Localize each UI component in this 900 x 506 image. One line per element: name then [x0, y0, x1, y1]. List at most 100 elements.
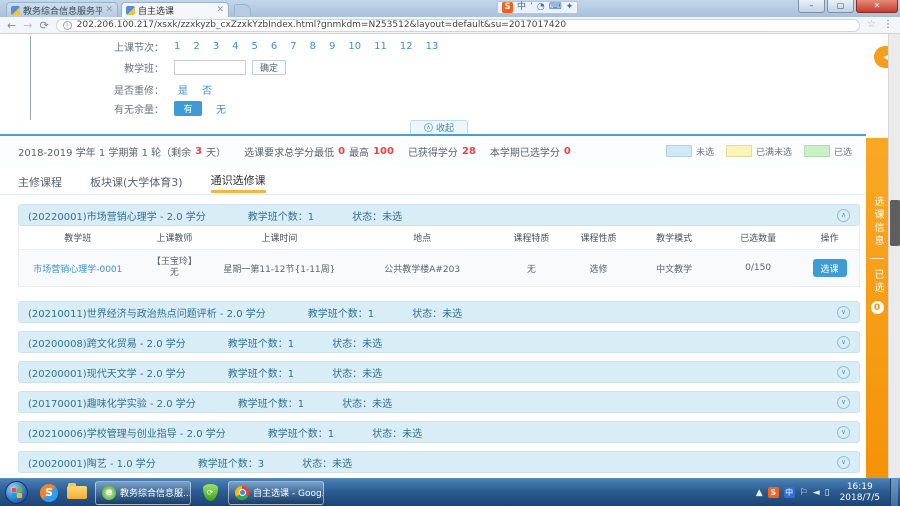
legend-label: 已满未选	[756, 145, 792, 158]
filter-row-class: 教学班： 确定	[36, 59, 286, 75]
course-panel-header-collapsed[interactable]: (20210006)学校管理与创业指导 - 2.0 学分教学班个数：1状态：未选…	[18, 421, 860, 443]
show-desktop-button[interactable]	[890, 479, 898, 506]
ime-clock-icon[interactable]: ◔	[537, 3, 545, 12]
start-button[interactable]	[5, 481, 28, 504]
filter-row-margin: 有无余量： 有 无	[36, 100, 226, 116]
page-scrollbar[interactable]	[888, 34, 900, 478]
ime-punct-icon[interactable]: ’	[530, 3, 533, 12]
back-icon[interactable]: ←	[7, 20, 16, 31]
chevron-down-icon[interactable]: ∨	[837, 306, 850, 319]
ime-tools-icon[interactable]: ✦	[566, 3, 574, 12]
session-number-8[interactable]: 8	[310, 41, 316, 52]
tray-language-icon[interactable]: 中	[784, 487, 795, 498]
tabs-divider	[0, 194, 866, 195]
course-tab-0[interactable]: 主修课程	[18, 170, 62, 193]
credit-min-value: 0	[338, 146, 345, 157]
close-button[interactable]: ✕	[856, 0, 898, 13]
session-number-11[interactable]: 11	[374, 41, 387, 52]
chevron-down-icon[interactable]: ∨	[837, 336, 850, 349]
address-bar[interactable]: i 202.206.100.217/xsxk/zzxkyzb_cxZzxkYzb…	[56, 19, 860, 32]
session-number-6[interactable]: 6	[271, 41, 277, 52]
chevron-down-icon[interactable]: ∨	[837, 366, 850, 379]
taskbar-task-portal[interactable]: e 教务综合信息服...	[95, 481, 191, 505]
class-name-link[interactable]: 市场营销心理学-0001	[19, 260, 137, 277]
bookmark-star-icon[interactable]: ☆	[867, 20, 876, 30]
taskbar-sogou-browser[interactable]: S	[36, 481, 62, 505]
selected-label[interactable]: 已选	[872, 269, 882, 295]
session-number-4[interactable]: 4	[232, 41, 238, 52]
class-table: 教学班上课教师上课时间地点课程特质课程性质教学模式已选数量操作 市场营销心理学-…	[18, 226, 860, 287]
course-panel-header-collapsed[interactable]: (20020001)陶艺 - 1.0 学分教学班个数：3状态：未选∨	[18, 451, 860, 473]
tab-title: 自主选课	[138, 4, 213, 17]
chevron-down-icon[interactable]: ∨	[837, 396, 850, 409]
teacher-cell: 【王宝玲】 无	[137, 255, 213, 282]
collapse-filters-button[interactable]: ∧ 收起	[410, 120, 468, 134]
tray-expand-icon[interactable]: ▲	[756, 488, 763, 498]
browser-menu-icon[interactable]: ⋮	[883, 20, 893, 30]
taskbar-task-chrome[interactable]: 自主选课 - Goog...	[228, 481, 324, 505]
class-input[interactable]	[174, 60, 246, 75]
taskbar-explorer[interactable]	[64, 481, 90, 505]
retake-no-option[interactable]: 否	[202, 82, 212, 97]
session-label: 上课节次：	[36, 39, 164, 54]
retake-label: 是否重修：	[36, 82, 164, 97]
clock-date: 2018/7/5	[840, 493, 880, 504]
course-panel-header-collapsed[interactable]: (20200001)现代天文学 - 2.0 学分教学班个数：1状态：未选∨	[18, 361, 860, 383]
selection-info-label[interactable]: 选课信息	[872, 196, 882, 248]
column-header-2: 上课时间	[212, 229, 346, 246]
course-panel-header-collapsed[interactable]: (20170001)趣味化学实验 - 2.0 学分教学班个数：1状态：未选∨	[18, 391, 860, 413]
course-tab-2[interactable]: 通识选修课	[211, 170, 266, 193]
session-number-10[interactable]: 10	[348, 41, 361, 52]
maximize-button[interactable]: ▢	[827, 0, 854, 13]
close-tab-icon[interactable]: ✕	[216, 5, 224, 15]
margin-yes-option[interactable]: 有	[174, 101, 202, 116]
taskbar-security-shield[interactable]: ⟳	[197, 481, 223, 505]
course-status: 状态：未选	[352, 208, 402, 223]
session-number-9[interactable]: 9	[329, 41, 335, 52]
column-header-4: 课程特质	[498, 229, 565, 246]
close-tab-icon[interactable]: ✕	[105, 5, 113, 15]
page-info-icon[interactable]: i	[63, 21, 72, 30]
days-left-value: 3	[195, 146, 202, 157]
course-panel-header-collapsed[interactable]: (20210011)世界经济与政治热点问题评析 - 2.0 学分教学班个数：1状…	[18, 301, 860, 323]
course-tab-1[interactable]: 板块课(大学体育3)	[90, 170, 183, 193]
tray-network-icon[interactable]: ▯	[825, 488, 830, 498]
session-number-3[interactable]: 3	[213, 41, 219, 52]
forward-icon[interactable]: →	[23, 20, 32, 31]
margin-no-option[interactable]: 无	[216, 101, 226, 116]
tray-volume-icon[interactable]: ◄	[813, 488, 820, 498]
filter-row-sessions: 上课节次： 12345678910111213	[36, 38, 438, 54]
ime-language-icon[interactable]: 中	[517, 3, 526, 12]
sogou-ime-icon[interactable]: S	[502, 2, 513, 13]
session-number-2[interactable]: 2	[193, 41, 199, 52]
session-number-12[interactable]: 12	[400, 41, 413, 52]
chevron-down-icon[interactable]: ∨	[837, 456, 850, 469]
ime-keyboard-icon[interactable]: ⌨	[549, 3, 562, 12]
confirm-button[interactable]: 确定	[252, 60, 286, 75]
tray-sogou-icon[interactable]: S	[768, 487, 779, 498]
session-number-7[interactable]: 7	[290, 41, 296, 52]
chevron-down-icon[interactable]: ∨	[837, 426, 850, 439]
taskbar-clock[interactable]: 16:19 2018/7/5	[840, 482, 880, 504]
browser-tab-course-select[interactable]: 自主选课 ✕	[121, 2, 229, 17]
new-tab-button[interactable]	[234, 4, 251, 16]
retake-yes-option[interactable]: 是	[178, 82, 188, 97]
course-panel-header-collapsed[interactable]: (20200008)跨文化贸易 - 2.0 学分教学班个数：1状态：未选∨	[18, 331, 860, 353]
course-title: (20200001)现代天文学 - 2.0 学分	[28, 365, 186, 380]
minimize-button[interactable]: –	[798, 0, 825, 13]
url-text: 202.206.100.217/xsxk/zzxkyzb_cxZzxkYzbIn…	[77, 20, 566, 30]
course-panel-header-expanded[interactable]: (20220001)市场营销心理学 - 2.0 学分 教学班个数：1 状态：未选…	[18, 204, 860, 226]
session-number-13[interactable]: 13	[426, 41, 439, 52]
selection-info-sidebar[interactable]: 选课信息 已选 0	[866, 138, 888, 478]
session-number-1[interactable]: 1	[174, 41, 180, 52]
reload-icon[interactable]: ⟳	[39, 20, 48, 31]
filter-panel-border	[30, 36, 31, 120]
chevron-up-icon[interactable]: ∧	[837, 209, 850, 222]
browser-tab-portal[interactable]: 教务综合信息服务平台 ✕	[6, 2, 118, 17]
tray-flag-icon[interactable]: ⚐	[800, 488, 808, 498]
select-course-button[interactable]: 选课	[813, 259, 847, 277]
session-number-5[interactable]: 5	[252, 41, 258, 52]
course-panel-list: (20220001)市场营销心理学 - 2.0 学分 教学班个数：1 状态：未选…	[18, 204, 860, 473]
scrollbar-thumb[interactable]	[890, 200, 900, 246]
clock-time: 16:19	[840, 482, 880, 493]
